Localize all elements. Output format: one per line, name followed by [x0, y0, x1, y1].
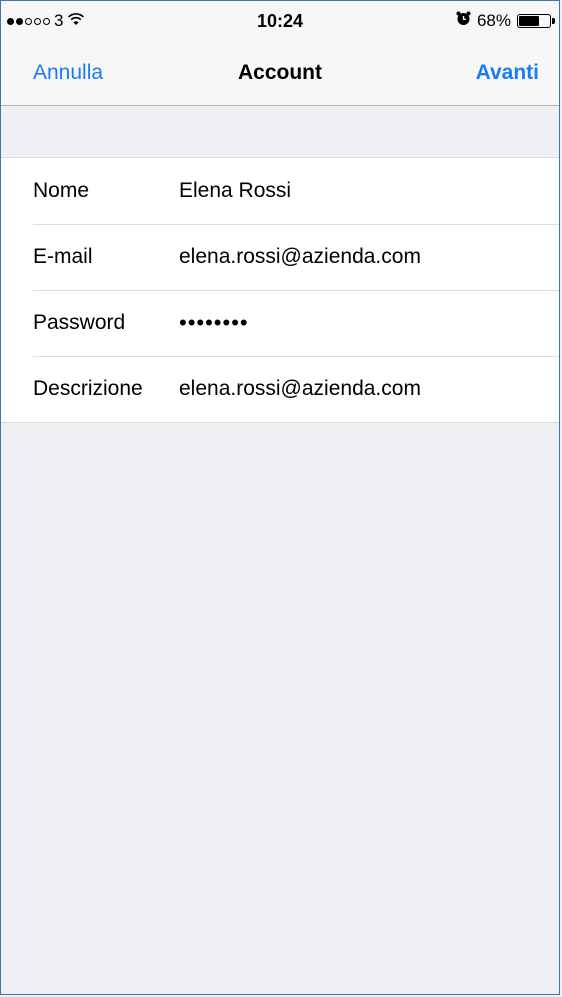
status-right: 68% [456, 11, 555, 31]
next-button[interactable]: Avanti [476, 61, 539, 85]
password-row: Password •••••••• [1, 290, 559, 356]
email-field[interactable]: elena.rossi@azienda.com [179, 245, 421, 269]
password-label: Password [33, 311, 126, 334]
alarm-clock-icon [456, 11, 471, 31]
password-field[interactable]: •••••••• [179, 310, 249, 336]
name-field[interactable]: Elena Rossi [179, 179, 291, 203]
description-label: Descrizione [33, 377, 143, 400]
account-form: Nome Elena Rossi E-mail elena.rossi@azie… [1, 157, 559, 423]
name-label: Nome [33, 179, 90, 202]
email-label: E-mail [33, 245, 93, 268]
navigation-bar: Annulla Account Avanti [1, 45, 559, 106]
name-row: Nome Elena Rossi [1, 158, 559, 224]
battery-icon [517, 14, 555, 28]
description-field[interactable]: elena.rossi@azienda.com [179, 377, 421, 401]
email-row: E-mail elena.rossi@azienda.com [1, 224, 559, 290]
status-bar: 3 10:24 68% [1, 1, 559, 45]
battery-fill [519, 16, 539, 26]
battery-percent: 68% [476, 11, 511, 30]
description-row: Descrizione elena.rossi@azienda.com [1, 356, 559, 422]
screen: 3 10:24 68% Annulla Account Avanti Nome … [0, 0, 560, 995]
